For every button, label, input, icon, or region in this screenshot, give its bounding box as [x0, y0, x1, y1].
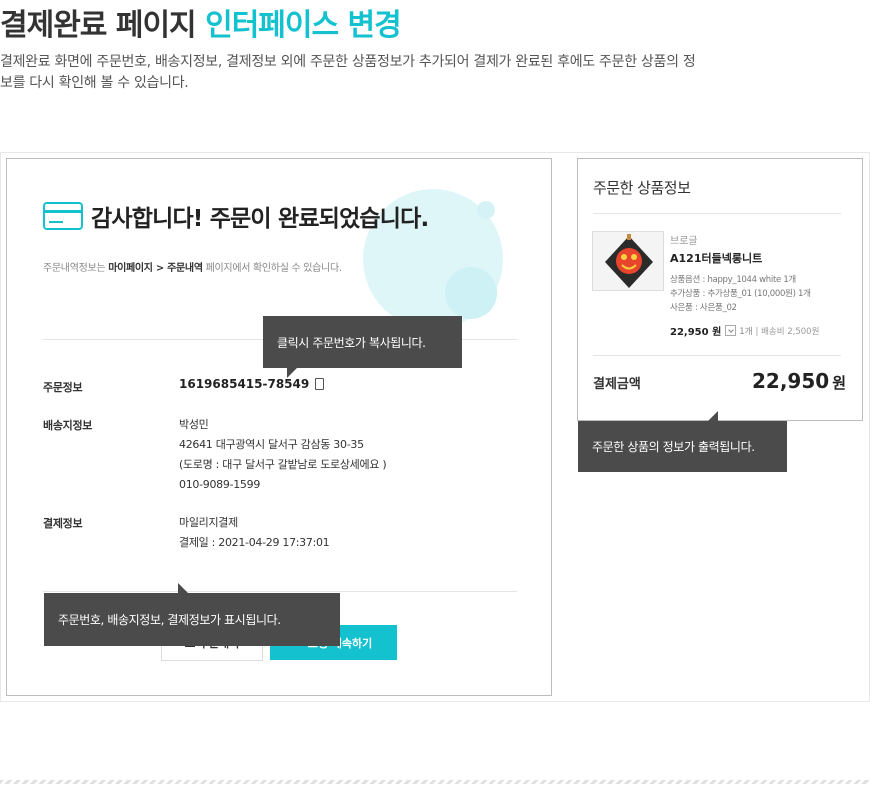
payment-date: 결제일 : 2021-04-29 17:37:01 — [179, 536, 330, 549]
shipping-address: 42641 대구광역시 달서구 감삼동 30-35 — [179, 438, 364, 451]
notice-suffix: 페이지에서 확인하실 수 있습니다. — [202, 263, 342, 274]
order-info-label: 주문정보 — [43, 381, 83, 394]
total-amount-unit: 원 — [832, 374, 846, 392]
copy-icon[interactable] — [315, 378, 325, 390]
product-price-row: 22,950 원 1개 | 배송비 2,500원 — [670, 323, 819, 338]
product-shipping-fee: | 배송비 2,500원 — [755, 326, 820, 337]
page-title-main: 결제완료 페이지 — [0, 8, 197, 43]
product-quantity: 1개 — [739, 326, 753, 337]
product-panel-title: 주문한 상품정보 — [593, 179, 691, 197]
total-label: 결제금액 — [593, 377, 641, 392]
decor-circle-small — [477, 201, 495, 219]
product-addon: 추가상품 : 추가상품_01 (10,000원) 1개 — [670, 289, 811, 299]
divider — [593, 213, 841, 214]
shipping-info: 박성민 42641 대구광역시 달서구 감삼동 30-35 (도로명 : 대구 … — [179, 415, 387, 495]
payment-info-label: 결제정보 — [43, 517, 83, 530]
thanks-heading: 감사합니다! 주문이 완료되었습니다. — [43, 199, 429, 233]
product-option: 상품옵션 : happy_1044 white 1개 — [670, 275, 796, 285]
tooltip-copy: 클릭시 주문번호가 복사됩니다. — [263, 316, 462, 378]
notice-path: 마이페이지 > 주문내역 — [108, 263, 203, 274]
divider — [43, 591, 517, 592]
tooltip-tail — [708, 411, 718, 421]
shipping-name: 박성민 — [179, 418, 209, 431]
shipping-road-address: (도로명 : 대구 달서구 갈밭남로 도로상세에요 ) — [179, 458, 387, 471]
tooltip-tail — [287, 368, 297, 378]
tooltip-order-info: 주문번호, 배송지정보, 결제정보가 표시됩니다. — [44, 583, 340, 646]
product-thumbnail[interactable] — [592, 231, 664, 291]
tooltip-order-info-text: 주문번호, 배송지정보, 결제정보가 표시됩니다. — [58, 613, 281, 627]
order-notice: 주문내역정보는 마이페이지 > 주문내역 페이지에서 확인하실 수 있습니다. — [43, 259, 342, 274]
shipping-info-label: 배송지정보 — [43, 419, 93, 432]
payment-info: 마일리지결제 결제일 : 2021-04-29 17:37:01 — [179, 513, 330, 553]
chevron-down-icon[interactable] — [725, 325, 737, 336]
tooltip-tail — [178, 583, 188, 593]
total-amount: 22,950 원 — [752, 369, 846, 393]
ordered-product-panel: 주문한 상품정보 브로글 A121터들넥롱니트 상품옵션 : happy_104… — [577, 158, 863, 421]
page-title: 결제완료 페이지 인터페이스 변경 — [0, 0, 402, 44]
product-gift: 사은품 : 사은품_02 — [670, 303, 737, 313]
product-brand: 브로글 — [670, 236, 698, 247]
order-number[interactable]: 1619685415-78549 — [179, 377, 325, 391]
page-title-accent: 인터페이스 변경 — [205, 8, 402, 43]
tooltip-copy-text: 클릭시 주문번호가 복사됩니다. — [277, 335, 426, 350]
product-price: 22,950 원 — [670, 327, 722, 338]
card-icon — [43, 202, 83, 230]
thanks-title: 감사합니다! 주문이 완료되었습니다. — [91, 206, 429, 232]
shipping-phone: 010-9089-1599 — [179, 478, 261, 491]
section-divider — [0, 780, 870, 784]
tooltip-product-text: 주문한 상품의 정보가 출력됩니다. — [592, 440, 755, 454]
decor-circle-medium — [445, 267, 497, 319]
notice-prefix: 주문내역정보는 — [43, 263, 109, 274]
page-description: 결제완료 화면에 주문번호, 배송지정보, 결제정보 외에 주문한 상품정보가 … — [0, 54, 696, 91]
total-amount-value: 22,950 — [752, 369, 830, 393]
product-name[interactable]: A121터들넥롱니트 — [670, 250, 762, 266]
tooltip-product: 주문한 상품의 정보가 출력됩니다. — [578, 411, 787, 472]
payment-method: 마일리지결제 — [179, 516, 238, 529]
product-image — [593, 232, 663, 290]
divider — [593, 355, 841, 356]
order-number-value: 1619685415-78549 — [179, 377, 310, 391]
